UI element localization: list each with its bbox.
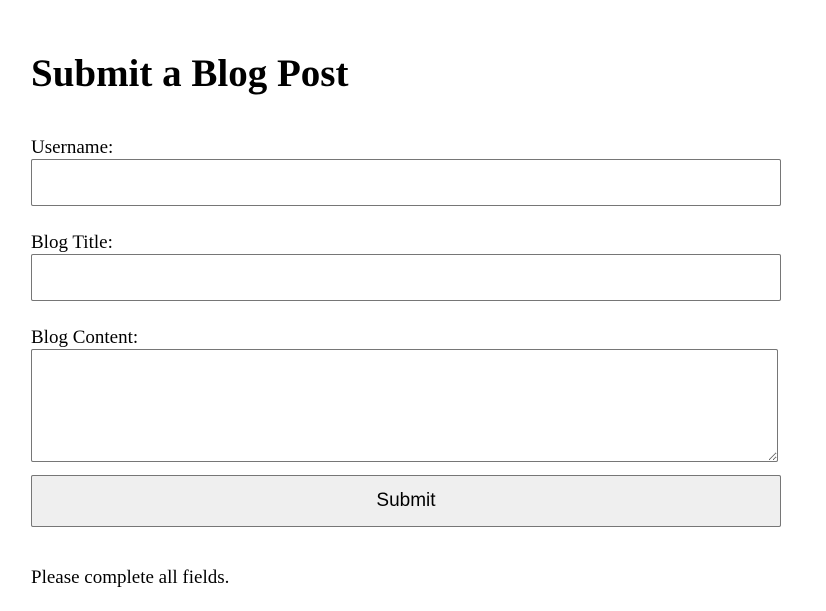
blog-content-label: Blog Content: [31, 327, 139, 348]
blog-content-textarea[interactable] [31, 349, 778, 462]
status-message: Please complete all fields. [31, 567, 230, 588]
blog-title-input[interactable] [31, 254, 781, 301]
submit-button[interactable]: Submit [31, 475, 781, 527]
username-input[interactable] [31, 159, 781, 206]
blog-title-label: Blog Title: [31, 232, 113, 253]
page-title: Submit a Blog Post [31, 52, 349, 95]
username-label: Username: [31, 137, 114, 158]
